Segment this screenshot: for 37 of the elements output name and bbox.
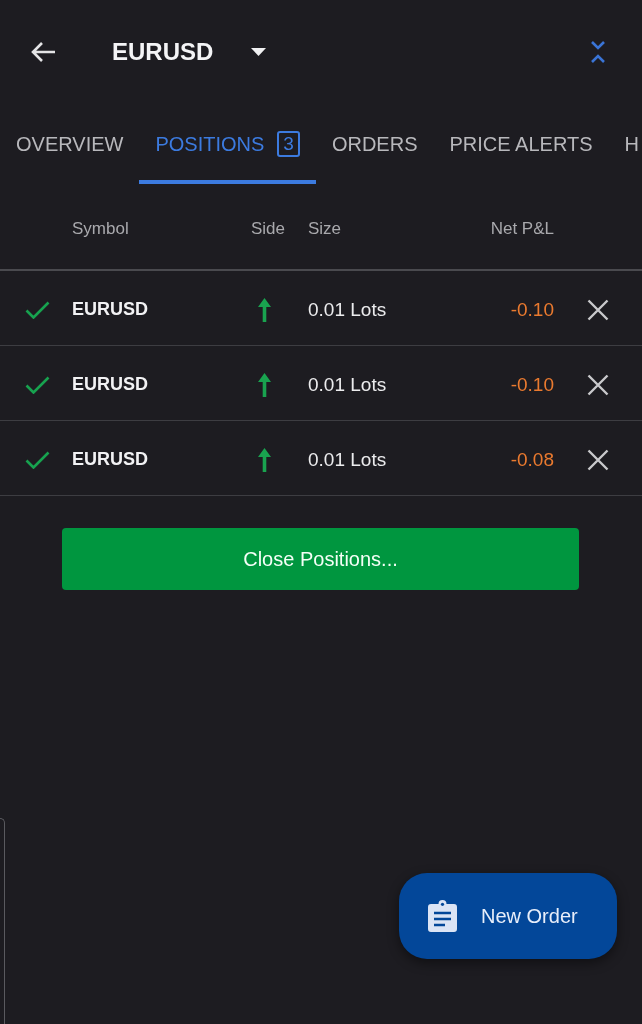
back-arrow-icon <box>30 41 56 63</box>
back-button[interactable] <box>30 41 56 63</box>
check-icon <box>25 375 50 394</box>
close-icon <box>587 298 609 321</box>
column-header: Size <box>308 219 343 239</box>
collapse-icon <box>590 40 606 64</box>
size-cell-text: 0.01 Lots <box>308 373 388 396</box>
close-icon <box>587 448 609 471</box>
caret-icon <box>251 48 267 56</box>
pnl-cell: -0.10 <box>510 373 554 396</box>
column-header: Net P&L <box>490 219 554 239</box>
size-cell-text: 0.01 Lots <box>308 448 388 471</box>
symbol-dropdown[interactable]: EURUSD <box>112 38 267 66</box>
tab[interactable]: ORDERS <box>315 104 434 184</box>
new-order-button[interactable]: New Order <box>399 873 617 959</box>
close-icon <box>587 373 609 396</box>
collapse-button[interactable] <box>590 40 606 64</box>
tab[interactable]: PRICE ALERTS <box>433 104 609 184</box>
close-position-button[interactable] <box>587 373 609 396</box>
pnl-cell: -0.10 <box>510 298 554 321</box>
tab[interactable]: POSITIONS 3 <box>139 104 316 184</box>
symbol-cell-text: EURUSD <box>72 299 149 320</box>
count-badge: 3 <box>277 131 300 157</box>
tab[interactable]: OVERVIEW <box>0 104 140 184</box>
check-icon <box>25 300 50 319</box>
pnl-cell: -0.08 <box>510 448 554 471</box>
check-icon <box>25 450 50 469</box>
close-position-button[interactable] <box>587 298 609 321</box>
column-header: Symbol <box>72 219 130 239</box>
symbol-cell-text: EURUSD <box>72 374 149 395</box>
symbol-cell-text: EURUSD <box>72 449 149 470</box>
size-cell-text: 0.01 Lots <box>308 298 388 321</box>
tab[interactable]: H <box>608 104 642 184</box>
column-header: Side <box>251 219 287 239</box>
close-positions-button[interactable]: Close Positions... <box>62 528 579 590</box>
close-position-button[interactable] <box>587 448 609 471</box>
clipboard-icon <box>428 900 457 932</box>
